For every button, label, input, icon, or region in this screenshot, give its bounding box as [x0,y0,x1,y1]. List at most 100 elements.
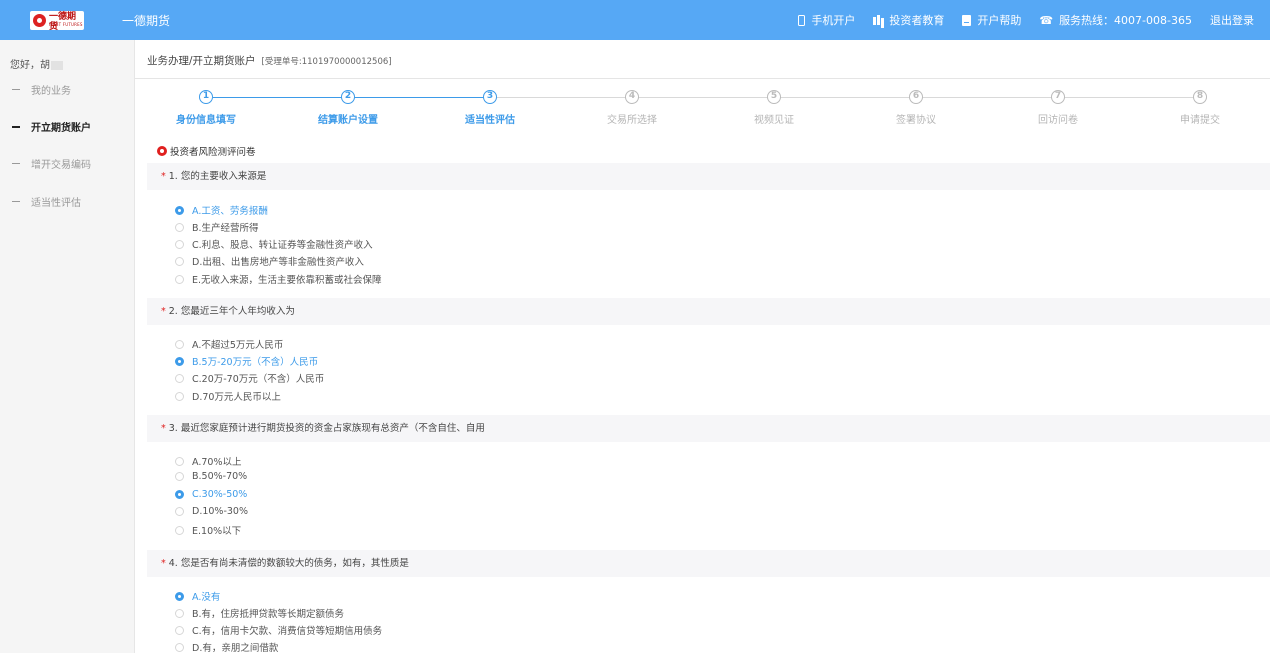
option-label: D.70万元人民币以上 [192,392,281,403]
radio-icon[interactable] [175,373,184,383]
radio-icon[interactable] [175,239,184,249]
step-2[interactable]: 2 结算账户设置 [278,90,418,126]
step-number: 3 [483,90,497,104]
option-radio[interactable]: B.有，住房抵押贷款等长期定额债务 [175,606,344,620]
question-title: * 3. 最近您家庭预计进行期货投资的资金占家族现有总资产（不含自住、自用 [147,415,1270,442]
step-1[interactable]: 1 身份信息填写 [136,90,276,126]
radio-icon[interactable] [175,625,184,635]
radio-icon[interactable] [175,456,184,466]
step-8: 8 申请提交 [1130,90,1270,126]
radio-icon[interactable] [175,256,184,266]
option-radio[interactable]: C.30%-50% [175,489,247,500]
option-radio[interactable]: D.出租、出售房地产等非金融性资产收入 [175,254,364,268]
radio-icon[interactable] [175,642,184,652]
step-label: 适当性评估 [465,115,515,126]
breadcrumb-path: 业务办理/开立期货账户 [147,55,256,67]
step-number: 5 [767,90,781,104]
radio-icon[interactable] [175,591,184,601]
option-label: B.生产经营所得 [192,223,259,234]
divider [135,78,1270,79]
question-text: 1. 您的主要收入来源是 [168,171,267,182]
breadcrumb: 业务办理/开立期货账户 [受理单号:1101970000012506] [147,53,392,68]
sidebar-item-label: 适当性评估 [31,198,81,209]
sidebar-item-suitability-assessment[interactable]: 适当性评估 [12,194,81,209]
required-star: * [161,306,166,317]
telephone-icon: ☎ [1039,13,1054,27]
radio-icon[interactable] [175,391,184,401]
nav-investor-education[interactable]: 投资者教育 [873,12,944,28]
radio-icon[interactable] [175,274,184,284]
option-label: A.没有 [192,592,221,603]
dash-icon [12,163,20,164]
sidebar-item-my-business[interactable]: 我的业务 [12,82,71,97]
sidebar-item-add-trading-code[interactable]: 增开交易编码 [12,156,91,171]
logo[interactable]: 一德期货 FIRST FUTURES [30,11,84,32]
section-dot-icon [157,146,167,156]
option-radio[interactable]: E.无收入来源，生活主要依靠积蓄或社会保障 [175,272,382,286]
option-radio[interactable]: A.不超过5万元人民币 [175,337,283,351]
book-icon [873,15,883,25]
step-label: 视频见证 [754,115,794,126]
step-number: 1 [199,90,213,104]
option-label: B.5万-20万元（不含）人民币 [192,357,319,368]
option-radio[interactable]: A.工资、劳务报酬 [175,203,268,217]
sidebar-item-open-futures-account[interactable]: 开立期货账户 [12,119,91,134]
radio-icon[interactable] [175,525,184,535]
logo-subtitle: FIRST FUTURES [49,22,83,27]
option-label: E.无收入来源，生活主要依靠积蓄或社会保障 [192,275,382,286]
nav-service-hotline[interactable]: ☎ 服务热线：4007-008-365 [1039,12,1192,28]
radio-icon[interactable] [175,339,184,349]
option-radio[interactable]: D.70万元人民币以上 [175,389,281,403]
option-radio[interactable]: A.没有 [175,589,220,603]
radio-icon[interactable] [175,608,184,618]
help-icon [962,14,972,26]
option-radio[interactable]: B.5万-20万元（不含）人民币 [175,354,318,368]
nav-account-help[interactable]: 开户帮助 [962,12,1021,28]
step-number: 2 [341,90,355,104]
step-label: 签署协议 [896,115,936,126]
radio-icon[interactable] [175,472,184,481]
option-label: C.有，信用卡欠款、消费信贷等短期信用债务 [192,626,383,637]
step-5: 5 视频见证 [704,90,844,126]
option-radio[interactable]: B.生产经营所得 [175,220,259,234]
sidebar-item-label: 我的业务 [31,86,71,97]
question-title: * 4. 您是否有尚未清偿的数额较大的债务，如有，其性质是 [147,550,1270,577]
questionnaire-header: 投资者风险测评问卷 [157,144,256,158]
question-title: * 1. 您的主要收入来源是 [147,163,1270,190]
option-radio[interactable]: B.50%-70% [175,471,247,482]
radio-icon[interactable] [175,205,184,215]
step-7: 7 回访问卷 [988,90,1128,126]
required-star: * [161,558,166,569]
option-radio[interactable]: E.10%以下 [175,523,241,537]
option-radio[interactable]: D.有，亲朋之间借款 [175,640,278,653]
logout-link[interactable]: 退出登录 [1210,12,1254,28]
logo-mark-icon [33,14,46,27]
option-radio[interactable]: C.利息、股息、转让证券等金融性资产收入 [175,237,373,251]
option-radio[interactable]: C.20万-70万元（不含）人民币 [175,371,324,385]
option-label: C.20万-70万元（不含）人民币 [192,374,325,385]
option-radio[interactable]: C.有，信用卡欠款、消费信贷等短期信用债务 [175,623,382,637]
option-label: D.有，亲朋之间借款 [192,643,279,653]
top-nav: 手机开户 投资者教育 开户帮助 ☎ 服务热线：4007-008-365 退出登录 [780,12,1254,28]
nav-label: 服务热线：4007-008-365 [1059,14,1192,27]
option-radio[interactable]: D.10%-30% [175,506,248,517]
step-number: 8 [1193,90,1207,104]
nav-label: 开户帮助 [977,14,1022,27]
radio-icon[interactable] [175,490,184,499]
step-3[interactable]: 3 适当性评估 [420,90,560,126]
radio-icon[interactable] [175,356,184,366]
question-text: 3. 最近您家庭预计进行期货投资的资金占家族现有总资产（不含自住、自用 [168,423,485,434]
step-number: 6 [909,90,923,104]
option-label: A.70%以上 [192,457,242,468]
radio-icon[interactable] [175,507,184,516]
phone-icon [798,14,806,26]
option-label: B.50%-70% [192,471,248,482]
option-radio[interactable]: A.70%以上 [175,454,241,468]
radio-icon[interactable] [175,222,184,232]
option-label: A.不超过5万元人民币 [192,340,284,351]
questionnaire-title: 投资者风险测评问卷 [170,147,256,158]
step-label: 回访问卷 [1038,115,1078,126]
nav-mobile-account[interactable]: 手机开户 [798,12,855,28]
option-label: B.有，住房抵押贷款等长期定额债务 [192,609,345,620]
option-label: C.30%-50% [192,489,248,500]
